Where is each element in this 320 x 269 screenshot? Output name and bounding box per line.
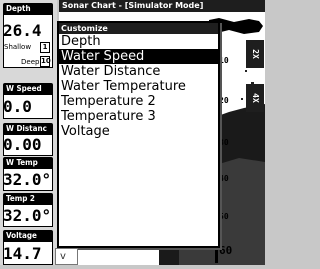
water-distance-title: W Distanc [6,124,47,133]
water-speed-value: 0.0 [3,97,32,116]
depth-label-50: 50 [219,212,229,221]
menu-item-water-speed[interactable]: Water Speed [59,49,218,64]
water-distance-panel-header[interactable]: W Distanc [3,123,53,134]
menu-item-voltage[interactable]: Voltage [59,124,218,139]
menu-item-water-distance[interactable]: Water Distance [59,64,218,79]
menu-item-water-temperature[interactable]: Water Temperature [59,79,218,94]
menu-item-temperature-2[interactable]: Temperature 2 [59,94,218,109]
sonar-chart-title: Sonar Chart - [Simulator Mode] [59,0,265,12]
depth-label-40: 40 [219,174,229,183]
voltage-title: Voltage [6,231,37,240]
zoom-2x-indicator[interactable]: 2X [246,40,264,68]
deep-value[interactable]: 10 [40,56,51,67]
depth-panel-title: Depth [6,4,31,13]
depth-value: 26.4 [3,21,42,40]
water-temp-title: W Temp [6,158,38,167]
menu-item-temperature-3[interactable]: Temperature 3 [59,109,218,124]
depth-label-10: 10 [219,56,229,65]
scroll-down-button[interactable]: v [55,248,78,265]
depth-label-30: 30 [219,138,229,147]
customize-menu-title: Customize [59,23,218,34]
deep-label: Deep [21,58,40,66]
voltage-panel-header[interactable]: Voltage [3,230,53,241]
water-speed-panel-header[interactable]: W Speed [3,83,53,94]
water-temp-value: 32.0° [3,170,52,189]
shallow-label: Shallow [4,43,32,51]
temp2-value: 32.0° [3,206,52,225]
menu-item-depth[interactable]: Depth [59,34,218,49]
temp2-panel-header[interactable]: Temp 2 [3,193,53,204]
temp2-title: Temp 2 [6,194,35,203]
zoom-4x-indicator[interactable]: 4X [246,84,264,112]
digital-data-column: Depth 26.4 Shallow 1 Deep 10 W Speed 0.0… [0,0,57,265]
water-speed-title: W Speed [6,84,42,93]
customize-menu: Customize Depth Water Speed Water Distan… [57,21,220,248]
depth-label-20: 20 [219,96,229,105]
water-temp-panel-header[interactable]: W Temp [3,157,53,168]
shallow-value[interactable]: 1 [40,42,50,53]
depth-label-60: 60 [219,244,233,257]
water-distance-value: 0.00 [3,135,42,154]
voltage-value: 14.7 [3,244,42,263]
depth-panel-header[interactable]: Depth [3,3,53,14]
